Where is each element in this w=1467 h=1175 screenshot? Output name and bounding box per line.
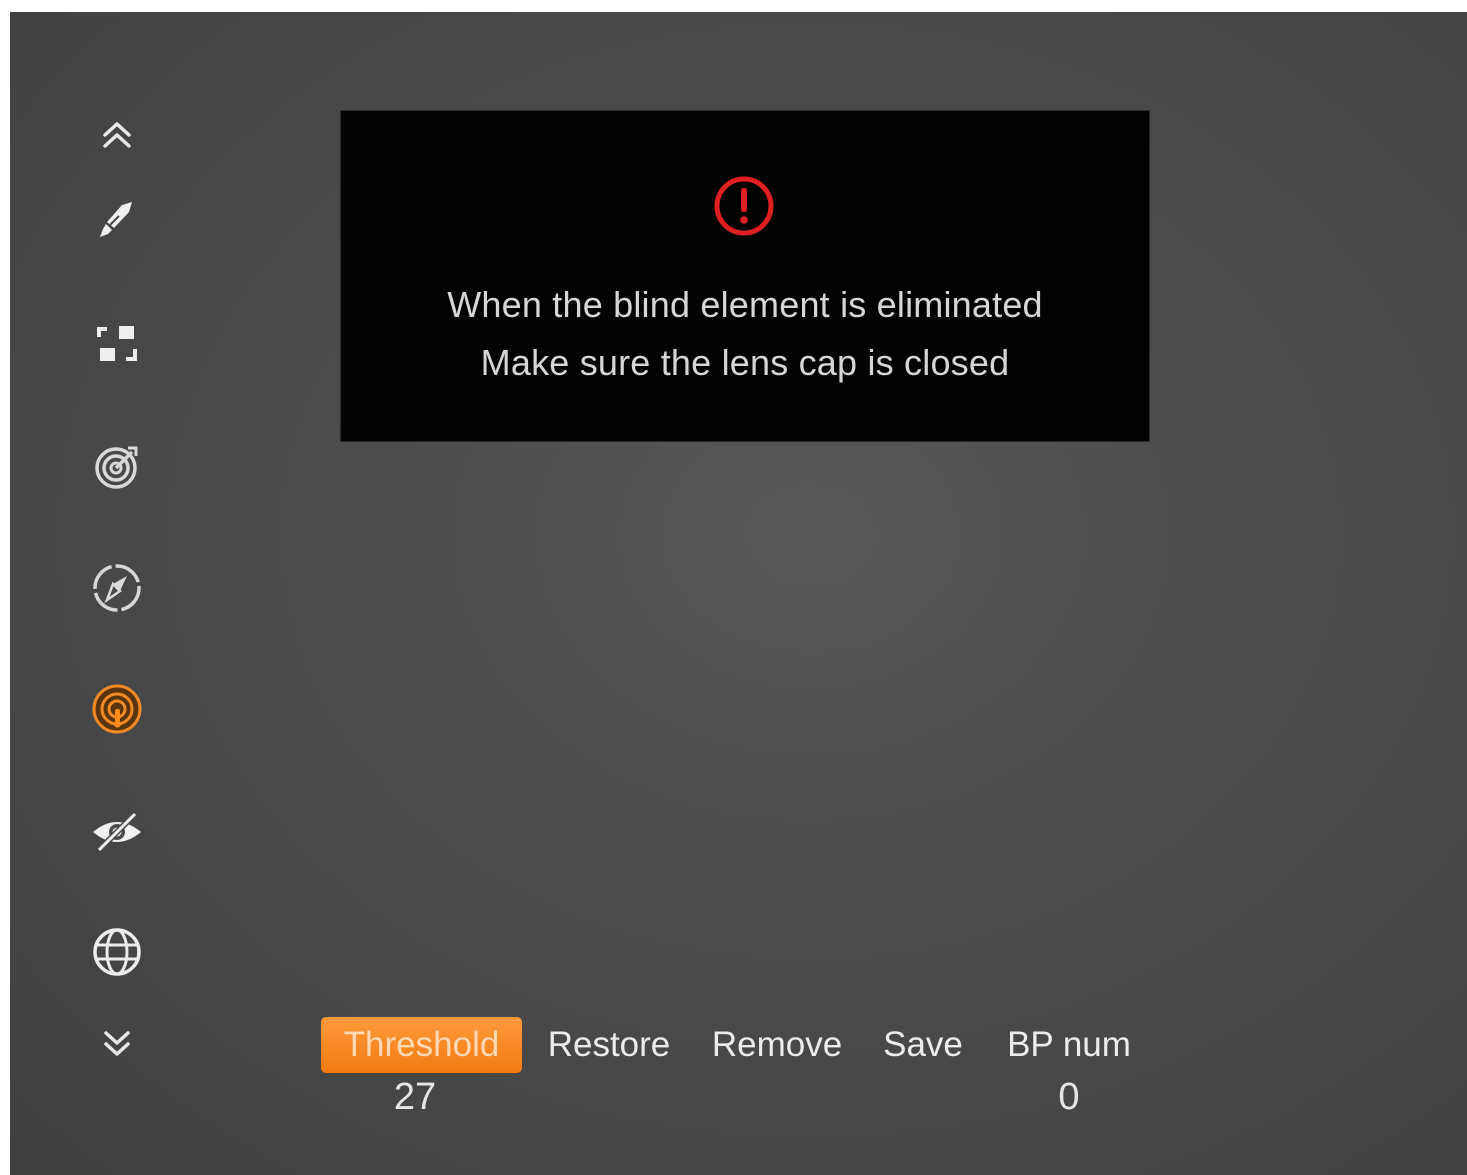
- scroll-up-button[interactable]: [88, 106, 146, 164]
- restore-button[interactable]: Restore: [542, 1017, 676, 1073]
- scroll-down-button[interactable]: [88, 1014, 146, 1072]
- threshold-button[interactable]: Threshold: [321, 1017, 522, 1073]
- bp-num-value: 0: [1058, 1076, 1080, 1118]
- sidebar-item-target[interactable]: [88, 438, 146, 496]
- zoom-focus-icon: [97, 326, 137, 361]
- dialog-message-line-2: Make sure the lens cap is closed: [480, 342, 1010, 383]
- bp-num-button[interactable]: BP num: [998, 1017, 1140, 1073]
- sidebar-item-zoom[interactable]: [88, 314, 146, 372]
- threshold-value: 27: [393, 1076, 437, 1118]
- target-icon: [95, 446, 138, 489]
- eye-off-icon: [93, 811, 141, 853]
- warning-dialog: When the blind element is eliminated Mak…: [340, 110, 1150, 442]
- sidebar-item-compass[interactable]: [88, 559, 146, 617]
- brush-icon: [100, 202, 132, 237]
- sidebar-item-language[interactable]: [88, 923, 146, 981]
- blind-pixel-icon: [92, 684, 142, 734]
- dialog-message-line-1: When the blind element is eliminated: [447, 284, 1043, 325]
- alert-circle-icon: [714, 176, 774, 236]
- sidebar-item-brush[interactable]: [88, 190, 146, 248]
- sidebar-item-eye-off[interactable]: [88, 803, 146, 861]
- chevron-double-up-icon: [103, 122, 131, 148]
- device-screen: When the blind element is eliminated Mak…: [10, 12, 1467, 1175]
- globe-icon: [93, 928, 141, 976]
- compass-icon: [93, 564, 141, 612]
- remove-button[interactable]: Remove: [708, 1017, 846, 1073]
- chevron-double-down-icon: [104, 1031, 130, 1056]
- save-button[interactable]: Save: [880, 1017, 966, 1073]
- sidebar-item-blind-pixel[interactable]: [88, 680, 146, 738]
